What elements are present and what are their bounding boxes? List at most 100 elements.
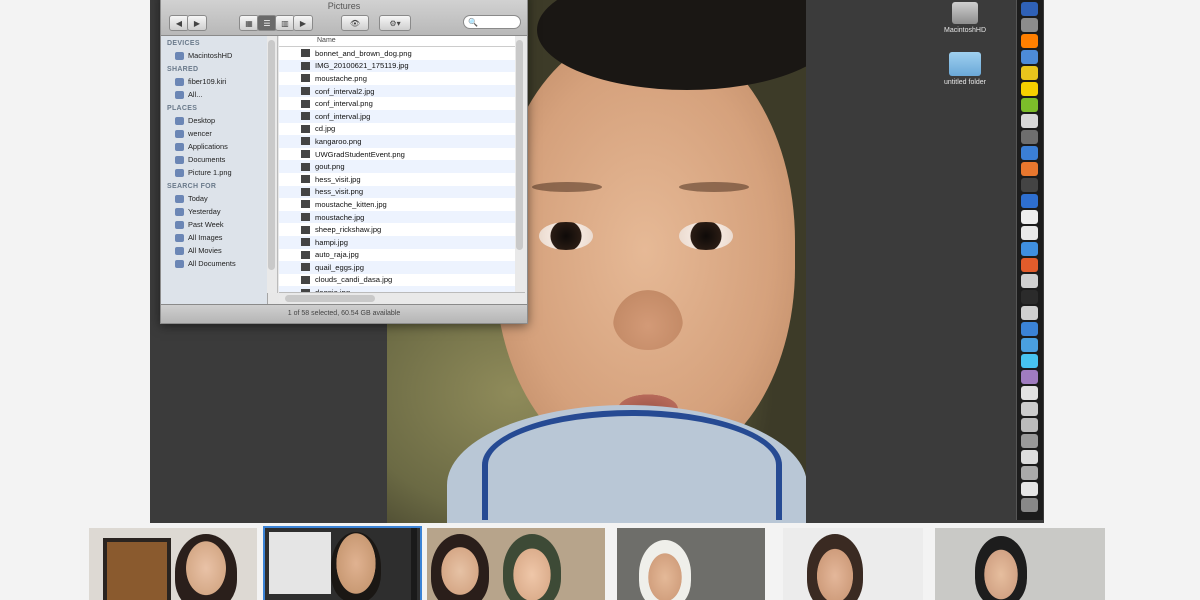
sidebar-scrollbar[interactable]: [267, 36, 278, 293]
sidebar-item[interactable]: All Movies: [161, 244, 267, 257]
forward-button[interactable]: ▶: [187, 15, 207, 31]
dock-app-icon[interactable]: [1021, 418, 1038, 432]
macintosh-hd-icon[interactable]: MacintoshHD: [930, 2, 1000, 34]
participant-tile-2[interactable]: [263, 526, 422, 600]
back-button[interactable]: ◀: [169, 15, 189, 31]
file-row[interactable]: hampi.jpg: [279, 235, 515, 249]
file-row[interactable]: conf_interval.jpg: [279, 109, 515, 123]
participant-tile-6[interactable]: [935, 528, 1105, 600]
dock-app-icon[interactable]: [1021, 466, 1038, 480]
dock-app-icon[interactable]: [1021, 386, 1038, 400]
name-column-header[interactable]: Name: [279, 36, 515, 47]
sidebar-item-icon: [175, 259, 184, 268]
participant-person-3b: [503, 534, 561, 600]
dock-app-icon[interactable]: [1021, 82, 1038, 96]
finder-window[interactable]: Pictures ◀ ▶ ▦ ☰ ▥ ▶ 👁 ⚙▾ 🔍 DEVICES Macin…: [160, 0, 528, 324]
icon-view-button[interactable]: ▦: [239, 15, 259, 31]
dock-app-icon[interactable]: [1021, 2, 1038, 16]
dock-app-icon[interactable]: [1021, 402, 1038, 416]
file-row[interactable]: moustache.jpg: [279, 210, 515, 224]
file-row[interactable]: conf_interval2.jpg: [279, 84, 515, 98]
sidebar-item[interactable]: fiber109.kiri: [161, 75, 267, 88]
sidebar-item[interactable]: Documents: [161, 153, 267, 166]
sidebar-item[interactable]: Yesterday: [161, 205, 267, 218]
sidebar-item[interactable]: All...: [161, 88, 267, 101]
dock-app-icon[interactable]: [1021, 178, 1038, 192]
sidebar-item[interactable]: MacintoshHD: [161, 49, 267, 62]
dock-app-icon[interactable]: [1021, 146, 1038, 160]
file-row[interactable]: moustache_kitten.jpg: [279, 198, 515, 211]
search-input[interactable]: 🔍: [463, 15, 521, 29]
right-eye: [679, 222, 733, 250]
participant-tile-1[interactable]: [89, 528, 257, 600]
file-row[interactable]: cd.jpg: [279, 123, 515, 136]
file-row[interactable]: IMG_20100621_175119.jpg: [279, 59, 515, 73]
file-row[interactable]: sheep_rickshaw.jpg: [279, 223, 515, 236]
sidebar-item-icon: [175, 51, 184, 60]
sidebar-item-icon: [175, 220, 184, 229]
dock-app-icon[interactable]: [1021, 50, 1038, 64]
file-row[interactable]: UWGradStudentEvent.png: [279, 148, 515, 161]
dock-app-icon[interactable]: [1021, 130, 1038, 144]
status-bar: 1 of 58 selected, 60.54 GB available: [161, 304, 527, 323]
dock-app-icon[interactable]: [1021, 354, 1038, 368]
file-row[interactable]: kangaroo.png: [279, 135, 515, 148]
dock-app-icon[interactable]: [1021, 498, 1038, 512]
file-row[interactable]: clouds_candi_dasa.jpg: [279, 274, 515, 287]
sidebar-item[interactable]: Applications: [161, 140, 267, 153]
file-row[interactable]: conf_interval.png: [279, 97, 515, 110]
dock-app-icon[interactable]: [1021, 162, 1038, 176]
column-view-button[interactable]: ▥: [275, 15, 295, 31]
file-thumbnail-icon: [301, 225, 310, 234]
dock-app-icon[interactable]: [1021, 226, 1038, 240]
quicklook-button[interactable]: 👁: [341, 15, 369, 31]
sidebar-item[interactable]: Picture 1.png: [161, 166, 267, 179]
sidebar-item[interactable]: Desktop: [161, 114, 267, 127]
sidebar-item[interactable]: wencer: [161, 127, 267, 140]
file-row[interactable]: bonnet_and_brown_dog.png: [279, 47, 515, 60]
dock-app-icon[interactable]: [1021, 66, 1038, 80]
sidebar-item[interactable]: Today: [161, 192, 267, 205]
sidebar-item-label: Past Week: [188, 220, 224, 229]
dock-app-icon[interactable]: [1021, 370, 1038, 384]
dock-app-icon[interactable]: [1021, 210, 1038, 224]
dock-app-icon[interactable]: [1021, 322, 1038, 336]
participant-tile-4[interactable]: [617, 528, 765, 600]
sidebar-item-icon: [175, 77, 184, 86]
action-button[interactable]: ⚙▾: [379, 15, 411, 31]
list-view-button[interactable]: ☰: [257, 15, 277, 31]
dock-app-icon[interactable]: [1021, 450, 1038, 464]
file-list-scrollbar[interactable]: [515, 36, 525, 293]
participant-tile-3[interactable]: [427, 528, 605, 600]
coverflow-button[interactable]: ▶: [293, 15, 313, 31]
file-row[interactable]: hess_visit.png: [279, 185, 515, 199]
sidebar-item[interactable]: Past Week: [161, 218, 267, 231]
untitled-folder-icon[interactable]: untitled folder: [930, 52, 1000, 86]
dock-app-icon[interactable]: [1021, 258, 1038, 272]
file-thumbnail-icon: [301, 74, 310, 83]
dock-app-icon[interactable]: [1021, 18, 1038, 32]
dock-app-icon[interactable]: [1021, 274, 1038, 288]
dock-app-icon[interactable]: [1021, 34, 1038, 48]
dock-app-icon[interactable]: [1021, 242, 1038, 256]
dock-app-icon[interactable]: [1021, 306, 1038, 320]
sidebar-item[interactable]: All Documents: [161, 257, 267, 270]
dock-app-icon[interactable]: [1021, 194, 1038, 208]
dock-app-icon[interactable]: [1021, 98, 1038, 112]
file-row[interactable]: gout.png: [279, 160, 515, 173]
file-name: moustache.png: [315, 73, 367, 83]
dock-app-icon[interactable]: [1021, 290, 1038, 304]
sidebar-item[interactable]: All Images: [161, 231, 267, 244]
dock-app-icon[interactable]: [1021, 434, 1038, 448]
file-row[interactable]: quail_eggs.jpg: [279, 261, 515, 274]
window-title: Pictures: [327, 1, 361, 11]
dock-app-icon[interactable]: [1021, 482, 1038, 496]
file-row[interactable]: auto_raja.jpg: [279, 249, 515, 262]
dock-app-icon[interactable]: [1021, 114, 1038, 128]
file-row[interactable]: moustache.png: [279, 72, 515, 85]
file-row[interactable]: hess_visit.jpg: [279, 173, 515, 186]
file-name: conf_interval.png: [315, 99, 373, 109]
dock-app-icon[interactable]: [1021, 338, 1038, 352]
file-thumbnail-icon: [301, 112, 310, 121]
participant-tile-5[interactable]: [783, 528, 923, 600]
